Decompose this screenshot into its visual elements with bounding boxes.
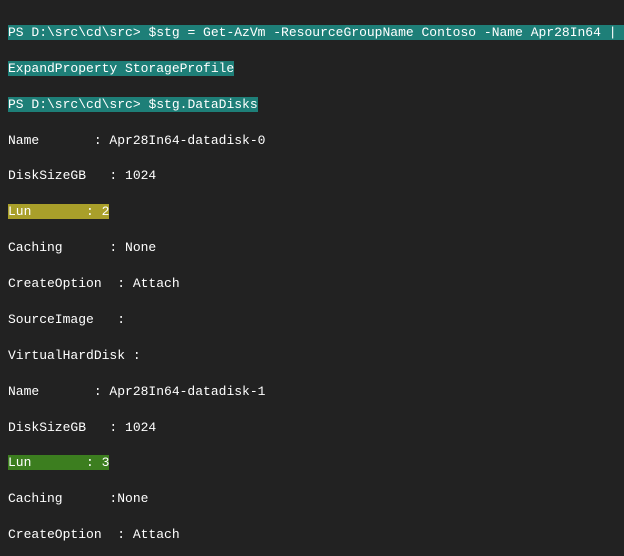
disk0-sourceimage: SourceImage : <box>8 311 616 329</box>
disk1-createoption: CreateOption : Attach <box>8 526 616 544</box>
ps-prompt: PS D:\src\cd\src> $stg = Get-AzVm -Resou… <box>8 25 624 40</box>
disk1-lun: Lun : 3 <box>8 454 616 472</box>
disk0-vhd: VirtualHardDisk : <box>8 347 616 365</box>
cmd-line-1-wrap: ExpandProperty StorageProfile <box>8 60 616 78</box>
disk0-name: Name : Apr28In64-datadisk-0 <box>8 132 616 150</box>
disk0-createoption: CreateOption : Attach <box>8 275 616 293</box>
terminal-output: PS D:\src\cd\src> $stg = Get-AzVm -Resou… <box>0 0 624 556</box>
disk1-name: Name : Apr28In64-datadisk-1 <box>8 383 616 401</box>
disk0-lun: Lun : 2 <box>8 203 616 221</box>
disk0-size: DiskSizeGB : 1024 <box>8 167 616 185</box>
disk0-caching: Caching : None <box>8 239 616 257</box>
disk1-size: DiskSizeGB : 1024 <box>8 419 616 437</box>
cmd-line-1: PS D:\src\cd\src> $stg = Get-AzVm -Resou… <box>8 24 616 42</box>
disk1-caching: Caching :None <box>8 490 616 508</box>
cmd-line-2: PS D:\src\cd\src> $stg.DataDisks <box>8 96 616 114</box>
